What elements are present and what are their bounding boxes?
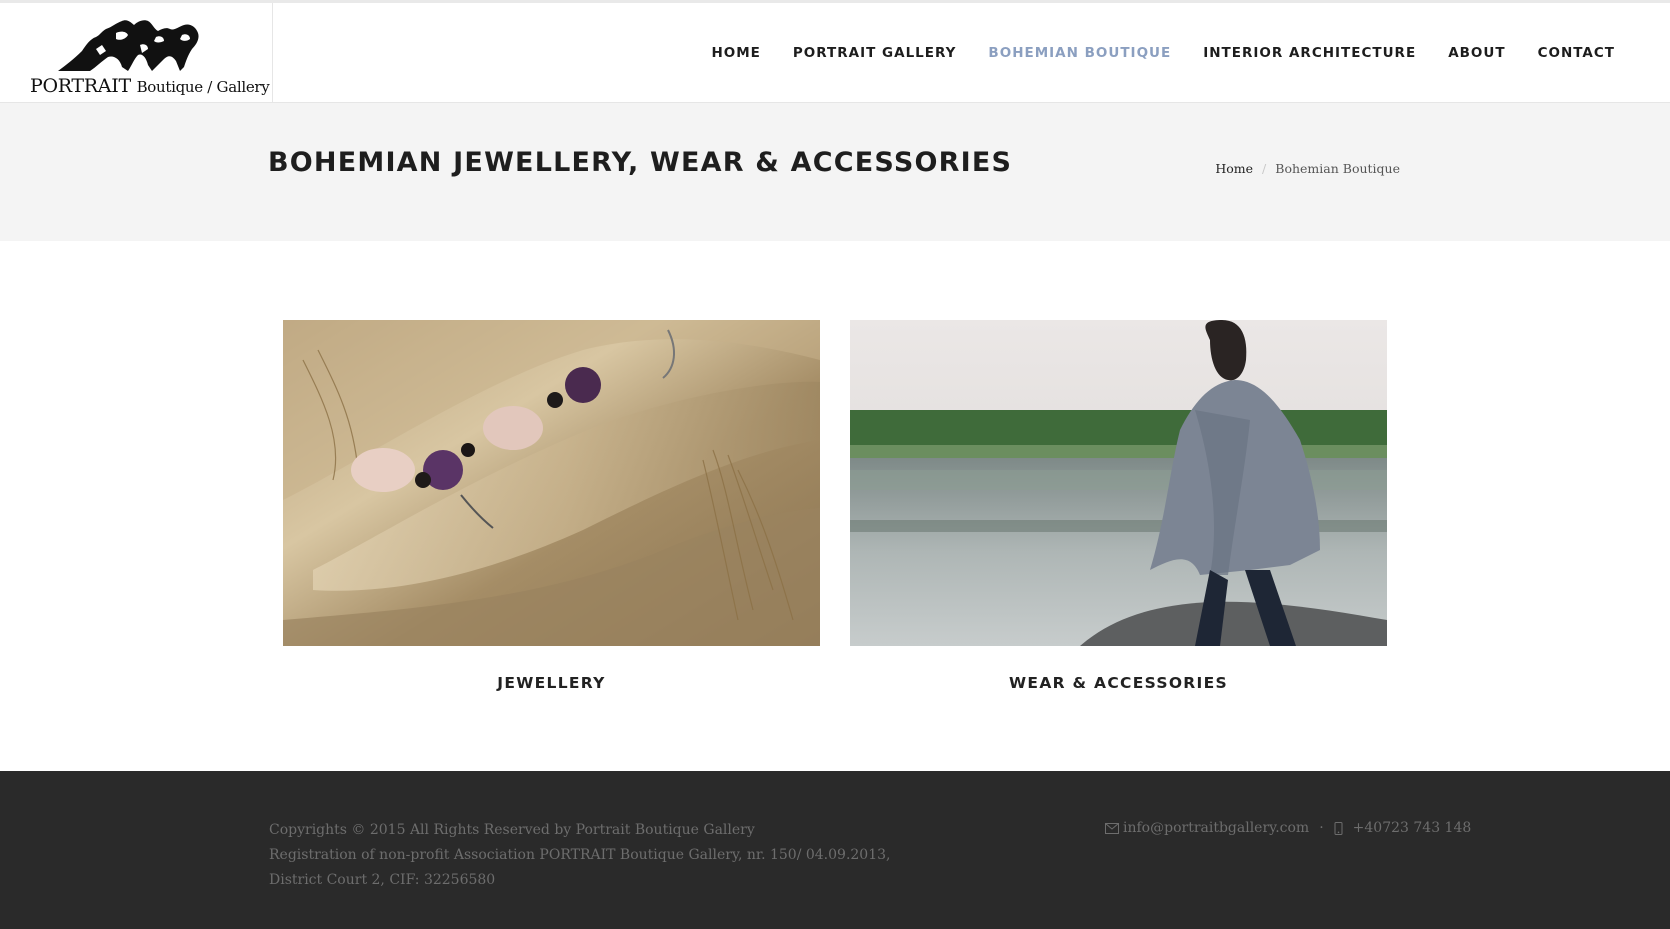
envelope-icon [1105,822,1119,834]
logo-text: PORTRAIT Boutique / Gallery [30,75,270,97]
wear-accessories-photo [850,320,1387,646]
site-header: PORTRAIT Boutique / Gallery HOME PORTRAI… [0,0,1670,103]
logo-brand: PORTRAIT [30,75,131,97]
breadcrumb-home-link[interactable]: Home [1215,161,1253,176]
jewellery-image[interactable] [283,320,820,646]
footer-copyright: Copyrights © 2015 All Rights Reserved by… [269,822,755,838]
gallery-card-jewellery: JEWELLERY [283,320,820,692]
footer-contact-separator: · [1319,820,1324,836]
footer-registration-line-1: Registration of non-profit Association P… [269,847,891,863]
mobile-phone-icon [1334,821,1343,835]
breadcrumb-current: Bohemian Boutique [1275,161,1400,176]
nav-item-interior-architecture[interactable]: INTERIOR ARCHITECTURE [1203,45,1416,61]
nav-item-bohemian-boutique[interactable]: BOHEMIAN BOUTIQUE [988,45,1171,61]
breadcrumb-separator: / [1262,161,1267,176]
footer-registration-line-2: District Court 2, CIF: 32256580 [269,872,496,888]
site-footer: Copyrights © 2015 All Rights Reserved by… [0,771,1670,929]
gallery-card-wear-accessories: WEAR & ACCESSORIES [850,320,1387,692]
main-nav: HOME PORTRAIT GALLERY BOHEMIAN BOUTIQUE … [711,3,1615,103]
wear-accessories-title-link[interactable]: WEAR & ACCESSORIES [850,674,1387,692]
footer-contact: info@portraitbgallery.com · +40723 743 1… [1105,820,1471,836]
page-title: BOHEMIAN JEWELLERY, WEAR & ACCESSORIES [268,147,1013,178]
breadcrumb: Home / Bohemian Boutique [1215,161,1400,176]
logo[interactable]: PORTRAIT Boutique / Gallery [0,3,273,103]
jewellery-photo [283,320,820,646]
page-title-band: BOHEMIAN JEWELLERY, WEAR & ACCESSORIES H… [0,103,1670,241]
jewellery-title-link[interactable]: JEWELLERY [283,674,820,692]
footer-phone: +40723 743 148 [1352,820,1472,836]
footer-copyright-block: Copyrights © 2015 All Rights Reserved by… [269,818,890,893]
logo-tagline: Boutique / Gallery [136,78,270,96]
logo-illustration-icon [58,20,199,71]
nav-item-contact[interactable]: CONTACT [1538,45,1615,61]
nav-item-portrait-gallery[interactable]: PORTRAIT GALLERY [793,45,957,61]
wear-accessories-image[interactable] [850,320,1387,646]
nav-item-about[interactable]: ABOUT [1448,45,1505,61]
footer-email-link[interactable]: info@portraitbgallery.com [1123,820,1309,836]
nav-item-home[interactable]: HOME [711,45,760,61]
